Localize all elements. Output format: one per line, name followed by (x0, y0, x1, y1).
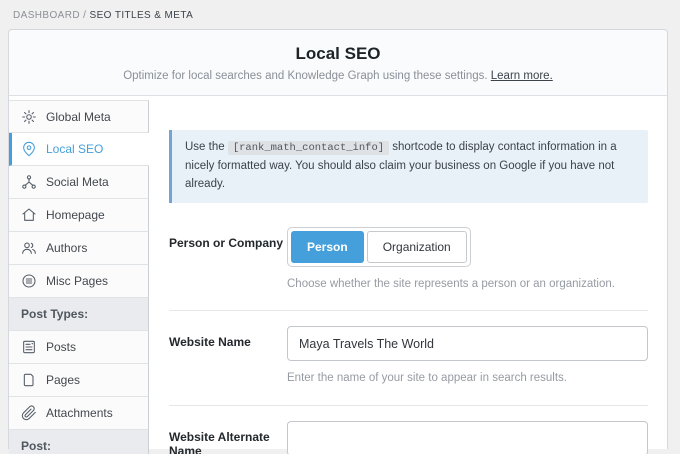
page-subtitle: Optimize for local searches and Knowledg… (19, 70, 657, 82)
shortcode-notice: Use the [rank_math_contact_info] shortco… (169, 130, 648, 203)
sidebar-item-label: Pages (46, 373, 80, 387)
settings-sidebar: Global Meta Local SEO Social Meta Homepa… (9, 96, 149, 449)
website-alternate-name-input[interactable] (287, 421, 648, 454)
sidebar-item-label: Attachments (46, 406, 113, 420)
breadcrumb-separator: / (80, 10, 90, 21)
website-alternate-name-label: Website Alternate Name (169, 421, 287, 454)
sidebar-item-label: Misc Pages (46, 274, 108, 288)
sidebar-item-label: Homepage (46, 208, 105, 222)
home-icon (21, 207, 37, 223)
map-pin-icon (21, 141, 37, 157)
sidebar-item-attachments[interactable]: Attachments (9, 397, 149, 430)
users-icon (21, 240, 37, 256)
panel-header: Local SEO Optimize for local searches an… (9, 30, 667, 96)
sidebar-item-label: Posts (46, 340, 76, 354)
sidebar-item-misc-pages[interactable]: Misc Pages (9, 265, 149, 298)
sidebar-item-pages[interactable]: Pages (9, 364, 149, 397)
sidebar-item-label: Local SEO (46, 142, 103, 156)
sidebar-item-label: Social Meta (46, 175, 109, 189)
sidebar-item-label: Authors (46, 241, 87, 255)
website-alternate-name-row: Website Alternate Name An alternate vers… (169, 421, 648, 454)
page-icon (21, 372, 37, 388)
website-name-input[interactable] (287, 326, 648, 361)
sidebar-item-global-meta[interactable]: Global Meta (9, 100, 149, 133)
shortcode-snippet: [rank_math_contact_info] (228, 141, 389, 155)
share-network-icon (21, 174, 37, 190)
person-button[interactable]: Person (291, 231, 364, 263)
sidebar-item-posts[interactable]: Posts (9, 331, 149, 364)
sidebar-item-social-meta[interactable]: Social Meta (9, 166, 149, 199)
website-name-label: Website Name (169, 326, 287, 388)
person-or-company-help: Choose whether the site represents a per… (287, 276, 648, 294)
sidebar-section-post-types: Post Types: (9, 298, 149, 331)
gear-icon (21, 109, 37, 125)
subtitle-text: Optimize for local searches and Knowledg… (123, 70, 491, 82)
website-name-help: Enter the name of your site to appear in… (287, 370, 648, 388)
list-circle-icon (21, 273, 37, 289)
notice-text-before: Use the (185, 141, 228, 153)
sidebar-item-local-seo[interactable]: Local SEO (9, 133, 149, 166)
breadcrumb: DASHBOARD / SEO TITLES & META (0, 0, 680, 21)
settings-content: Use the [rank_math_contact_info] shortco… (149, 96, 667, 449)
row-divider (169, 310, 648, 311)
person-or-company-label: Person or Company (169, 227, 287, 294)
website-name-row: Website Name Enter the name of your site… (169, 326, 648, 388)
row-divider (169, 405, 648, 406)
post-icon (21, 339, 37, 355)
settings-panel: Local SEO Optimize for local searches an… (8, 29, 668, 449)
learn-more-link[interactable]: Learn more. (491, 70, 553, 82)
organization-button[interactable]: Organization (367, 231, 467, 263)
sidebar-item-homepage[interactable]: Homepage (9, 199, 149, 232)
paperclip-icon (21, 405, 37, 421)
sidebar-section-label: Post Types: (21, 307, 88, 321)
sidebar-section-post: Post: (9, 430, 149, 454)
sidebar-item-authors[interactable]: Authors (9, 232, 149, 265)
person-or-company-row: Person or Company Person Organization Ch… (169, 227, 648, 294)
sidebar-section-label: Post: (21, 439, 51, 453)
breadcrumb-current-page: SEO TITLES & META (90, 10, 194, 21)
page-title: Local SEO (19, 44, 657, 64)
person-or-company-toggle: Person Organization (287, 227, 471, 267)
sidebar-item-label: Global Meta (46, 110, 111, 124)
breadcrumb-dashboard[interactable]: DASHBOARD (13, 10, 80, 21)
